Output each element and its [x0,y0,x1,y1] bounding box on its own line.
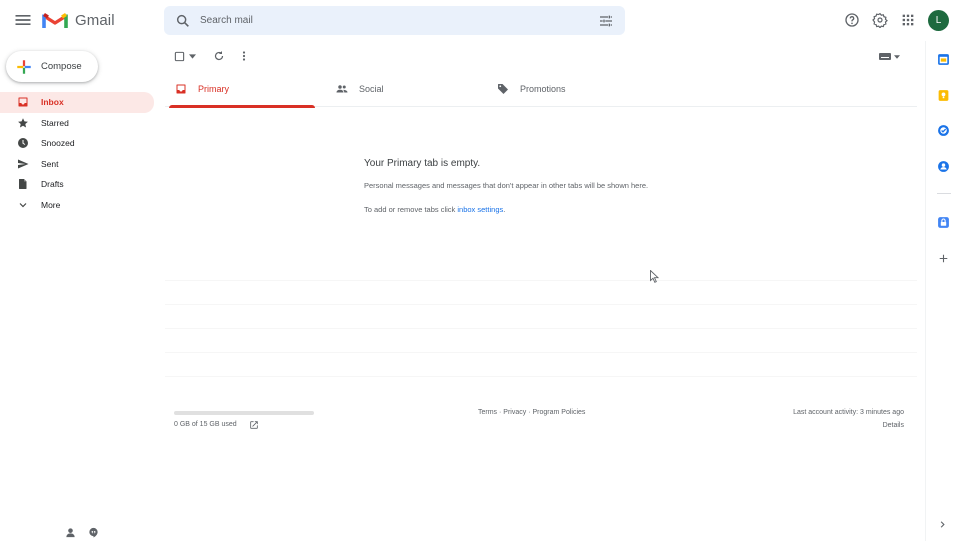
sidebar-item-label: Drafts [41,179,64,190]
draft-icon [19,179,27,190]
empty-hint: To add or remove tabs click inbox settin… [364,205,784,214]
privacy-link[interactable]: Privacy [503,409,526,416]
lock-addon-icon[interactable] [937,216,950,229]
sidebar-item-label: Inbox [41,97,64,108]
person-icon[interactable] [65,527,76,538]
search-bar [164,6,625,35]
sidebar-item-label: Starred [41,117,69,128]
storage-bar [174,411,314,415]
tab-label: Promotions [520,84,566,94]
get-addons-plus-icon[interactable] [937,252,950,265]
calendar-icon[interactable] [937,53,950,66]
sidebar-item-drafts[interactable]: Drafts [0,174,154,195]
search-input[interactable] [200,15,598,26]
empty-state: Your Primary tab is empty. Personal mess… [364,158,784,214]
compose-label: Compose [41,61,82,72]
inbox-settings-link[interactable]: inbox settings [457,205,503,214]
select-all-checkbox[interactable] [174,51,185,62]
gmail-logo[interactable]: Gmail [42,9,115,31]
terms-link[interactable]: Terms [478,409,497,416]
contacts-icon[interactable] [937,160,950,173]
footer-links: Terms · Privacy · Program Policies [478,409,585,416]
hint-prefix: To add or remove tabs click [364,205,458,214]
tab-promotions[interactable]: Promotions [487,71,637,107]
help-icon[interactable] [844,12,860,28]
empty-description: Personal messages and messages that don'… [364,181,649,190]
select-dropdown-icon[interactable] [189,54,196,59]
refresh-icon[interactable] [213,50,225,62]
sidebar-item-sent[interactable]: Sent [0,154,154,175]
sidebar-footer [0,522,165,541]
sidebar-item-label: More [41,199,61,210]
chevron-right-icon[interactable] [937,519,948,530]
search-icon[interactable] [175,13,191,29]
settings-icon[interactable] [872,12,888,28]
mail-toolbar [165,42,917,70]
background-rule-lines [165,280,917,400]
sidebar-item-label: Snoozed [41,138,75,149]
empty-title: Your Primary tab is empty. [364,158,481,169]
side-panel-divider [937,193,951,194]
inbox-icon [18,97,28,107]
plus-icon [17,59,31,74]
more-vert-icon[interactable] [240,50,248,62]
hangouts-icon[interactable] [88,527,99,538]
chevron-down-icon [19,202,27,208]
sidebar-item-starred[interactable]: Starred [0,113,154,134]
sidebar-nav: Inbox Starred Snoozed Sent Drafts More [0,92,160,215]
sidebar-item-more[interactable]: More [0,195,154,216]
category-tabs: Primary Social Promotions [165,71,917,108]
input-tools-icon[interactable] [879,53,891,60]
last-activity-text: Last account activity: 3 minutes ago [793,409,904,416]
hint-suffix: . [503,205,506,214]
gmail-m-icon [42,13,68,28]
clock-icon [18,138,28,149]
avatar[interactable]: L [928,10,949,31]
tasks-icon[interactable] [937,124,950,137]
top-bar: Gmail L [0,0,960,41]
sidebar-item-label: Sent [41,158,59,169]
sidebar-item-inbox[interactable]: Inbox [0,92,154,113]
tab-label: Social [359,84,384,94]
tab-label: Primary [198,84,229,94]
search-options-icon[interactable] [598,13,614,29]
tab-social[interactable]: Social [326,71,476,107]
menu-icon[interactable] [13,10,33,30]
compose-button[interactable]: Compose [6,51,98,82]
account-activity: Last account activity: 3 minutes ago Det… [793,409,904,429]
star-icon [18,118,28,128]
tab-primary[interactable]: Primary [165,71,315,108]
people-icon [336,85,348,93]
side-panel [925,41,960,541]
send-icon [18,159,29,169]
inbox-icon [176,84,186,94]
sidebar-item-snoozed[interactable]: Snoozed [0,133,154,154]
input-tools-dropdown-icon[interactable] [894,55,900,59]
mouse-cursor-icon [650,270,659,283]
apps-icon[interactable] [900,12,916,28]
keep-icon[interactable] [937,89,950,102]
app-name: Gmail [75,11,115,29]
open-in-new-icon[interactable] [249,420,259,430]
program-policies-link[interactable]: Program Policies [532,409,585,416]
details-link[interactable]: Details [793,422,904,429]
storage-usage: 0 GB of 15 GB used [174,421,237,428]
tag-icon [498,84,508,94]
